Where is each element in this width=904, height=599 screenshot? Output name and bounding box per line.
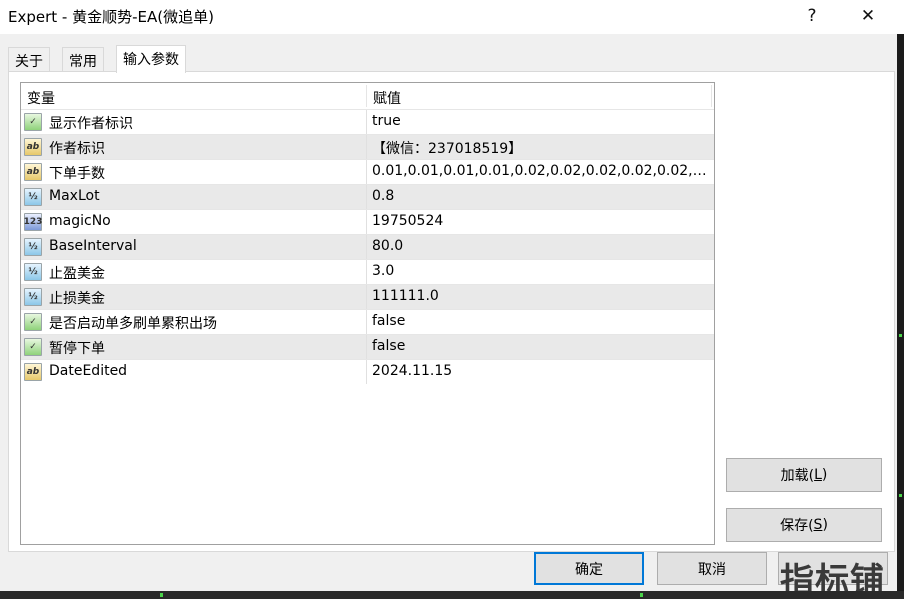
load-button[interactable]: 加载(L)	[726, 458, 882, 492]
parameter-row[interactable]: ab 下单手数 0.01,0.01,0.01,0.01,0.02,0.02,0.02…	[21, 159, 714, 184]
double-icon: ½	[24, 238, 42, 256]
column-header-value[interactable]: 赋值	[367, 83, 401, 109]
title-bar: Expert - 黄金顺势-EA(微追单) ? ✕	[0, 0, 904, 34]
parameter-name: 是否启动单多刷单累积出场	[49, 316, 217, 332]
parameter-row[interactable]: ✓ 显示作者标识 true	[21, 109, 714, 134]
parameter-row[interactable]: ½ 止损美金 111111.0	[21, 284, 714, 309]
parameter-name: 止损美金	[49, 291, 105, 307]
parameter-value[interactable]: 111111.0	[372, 288, 710, 304]
parameter-value[interactable]: 3.0	[372, 263, 710, 279]
cancel-button[interactable]: 取消	[657, 552, 767, 585]
string-icon: ab	[24, 138, 42, 156]
cell-divider	[366, 135, 367, 159]
parameter-name: BaseInterval	[49, 238, 137, 254]
chart-tick	[160, 593, 163, 597]
tab-inputs[interactable]: 输入参数	[116, 45, 186, 73]
save-button-suffix: )	[822, 517, 828, 533]
parameter-name: magicNo	[49, 213, 111, 229]
parameter-value[interactable]: 0.01,0.01,0.01,0.01,0.02,0.02,0.02,0.02,…	[372, 163, 710, 179]
load-button-accesskey: L	[814, 467, 822, 483]
parameter-row[interactable]: ½ 止盈美金 3.0	[21, 259, 714, 284]
parameter-name: 暂停下单	[49, 341, 105, 357]
parameter-name: 作者标识	[49, 141, 105, 157]
string-icon: ab	[24, 363, 42, 381]
cell-divider	[366, 185, 367, 209]
cell-divider	[366, 210, 367, 234]
save-button[interactable]: 保存(S)	[726, 508, 882, 542]
bool-icon: ✓	[24, 338, 42, 356]
tab-strip: 关于 常用 输入参数	[8, 45, 888, 73]
tab-about[interactable]: 关于	[8, 47, 50, 72]
tab-common[interactable]: 常用	[62, 47, 104, 72]
bool-icon: ✓	[24, 113, 42, 131]
parameter-value[interactable]: 0.8	[372, 188, 710, 204]
string-icon: ab	[24, 163, 42, 181]
parameter-name: DateEdited	[49, 363, 128, 379]
parameter-name: 显示作者标识	[49, 116, 133, 132]
load-button-suffix: )	[821, 467, 828, 483]
parameter-value[interactable]: 80.0	[372, 238, 710, 254]
parameter-row[interactable]: ½ MaxLot 0.8	[21, 184, 714, 209]
chart-tick	[899, 334, 902, 337]
help-button[interactable]: ?	[790, 0, 834, 32]
parameter-row[interactable]: ab DateEdited 2024.11.15	[21, 359, 714, 384]
cell-divider	[366, 260, 367, 284]
parameter-row[interactable]: ½ BaseInterval 80.0	[21, 234, 714, 259]
window-title: Expert - 黄金顺势-EA(微追单)	[8, 8, 214, 26]
save-button-accesskey: S	[813, 517, 823, 533]
column-header-variable[interactable]: 变量	[21, 83, 55, 109]
parameter-row[interactable]: ab 作者标识 【微信：237018519】	[21, 134, 714, 159]
cell-divider	[366, 235, 367, 259]
parameter-value[interactable]: false	[372, 338, 710, 354]
double-icon: ½	[24, 263, 42, 281]
cell-divider	[366, 110, 367, 134]
ok-button[interactable]: 确定	[534, 552, 644, 585]
int-icon: 123	[24, 213, 42, 231]
parameter-row[interactable]: ✓ 是否启动单多刷单累积出场 false	[21, 309, 714, 334]
double-icon: ½	[24, 188, 42, 206]
parameter-value[interactable]: 【微信：237018519】	[372, 138, 710, 158]
background-chart-bottom	[0, 591, 904, 599]
parameter-name: MaxLot	[49, 188, 100, 204]
grid-header: 变量 赋值	[21, 83, 714, 109]
bool-icon: ✓	[24, 313, 42, 331]
parameter-name: 止盈美金	[49, 266, 105, 282]
cell-divider	[366, 160, 367, 184]
cell-divider	[366, 360, 367, 384]
chart-tick	[640, 593, 643, 597]
cell-divider	[366, 335, 367, 359]
parameter-row[interactable]: ✓ 暂停下单 false	[21, 334, 714, 359]
close-button[interactable]: ✕	[846, 0, 890, 32]
load-button-label: 加载(	[780, 468, 815, 484]
parameter-value[interactable]: 2024.11.15	[372, 363, 710, 379]
parameter-value[interactable]: 19750524	[372, 213, 710, 229]
parameter-row[interactable]: 123 magicNo 19750524	[21, 209, 714, 234]
save-button-label: 保存(	[780, 518, 814, 534]
double-icon: ½	[24, 288, 42, 306]
background-chart-edge	[897, 34, 904, 599]
column-divider[interactable]	[711, 85, 712, 107]
cell-divider	[366, 310, 367, 334]
cell-divider	[366, 285, 367, 309]
parameter-name: 下单手数	[49, 166, 105, 182]
parameter-value[interactable]: true	[372, 113, 710, 129]
parameters-grid: 变量 赋值 ✓ 显示作者标识 true ab 作者标识 【微信：237018519】 ab 下…	[20, 82, 715, 545]
parameter-value[interactable]: false	[372, 313, 710, 329]
chart-tick	[899, 494, 902, 497]
